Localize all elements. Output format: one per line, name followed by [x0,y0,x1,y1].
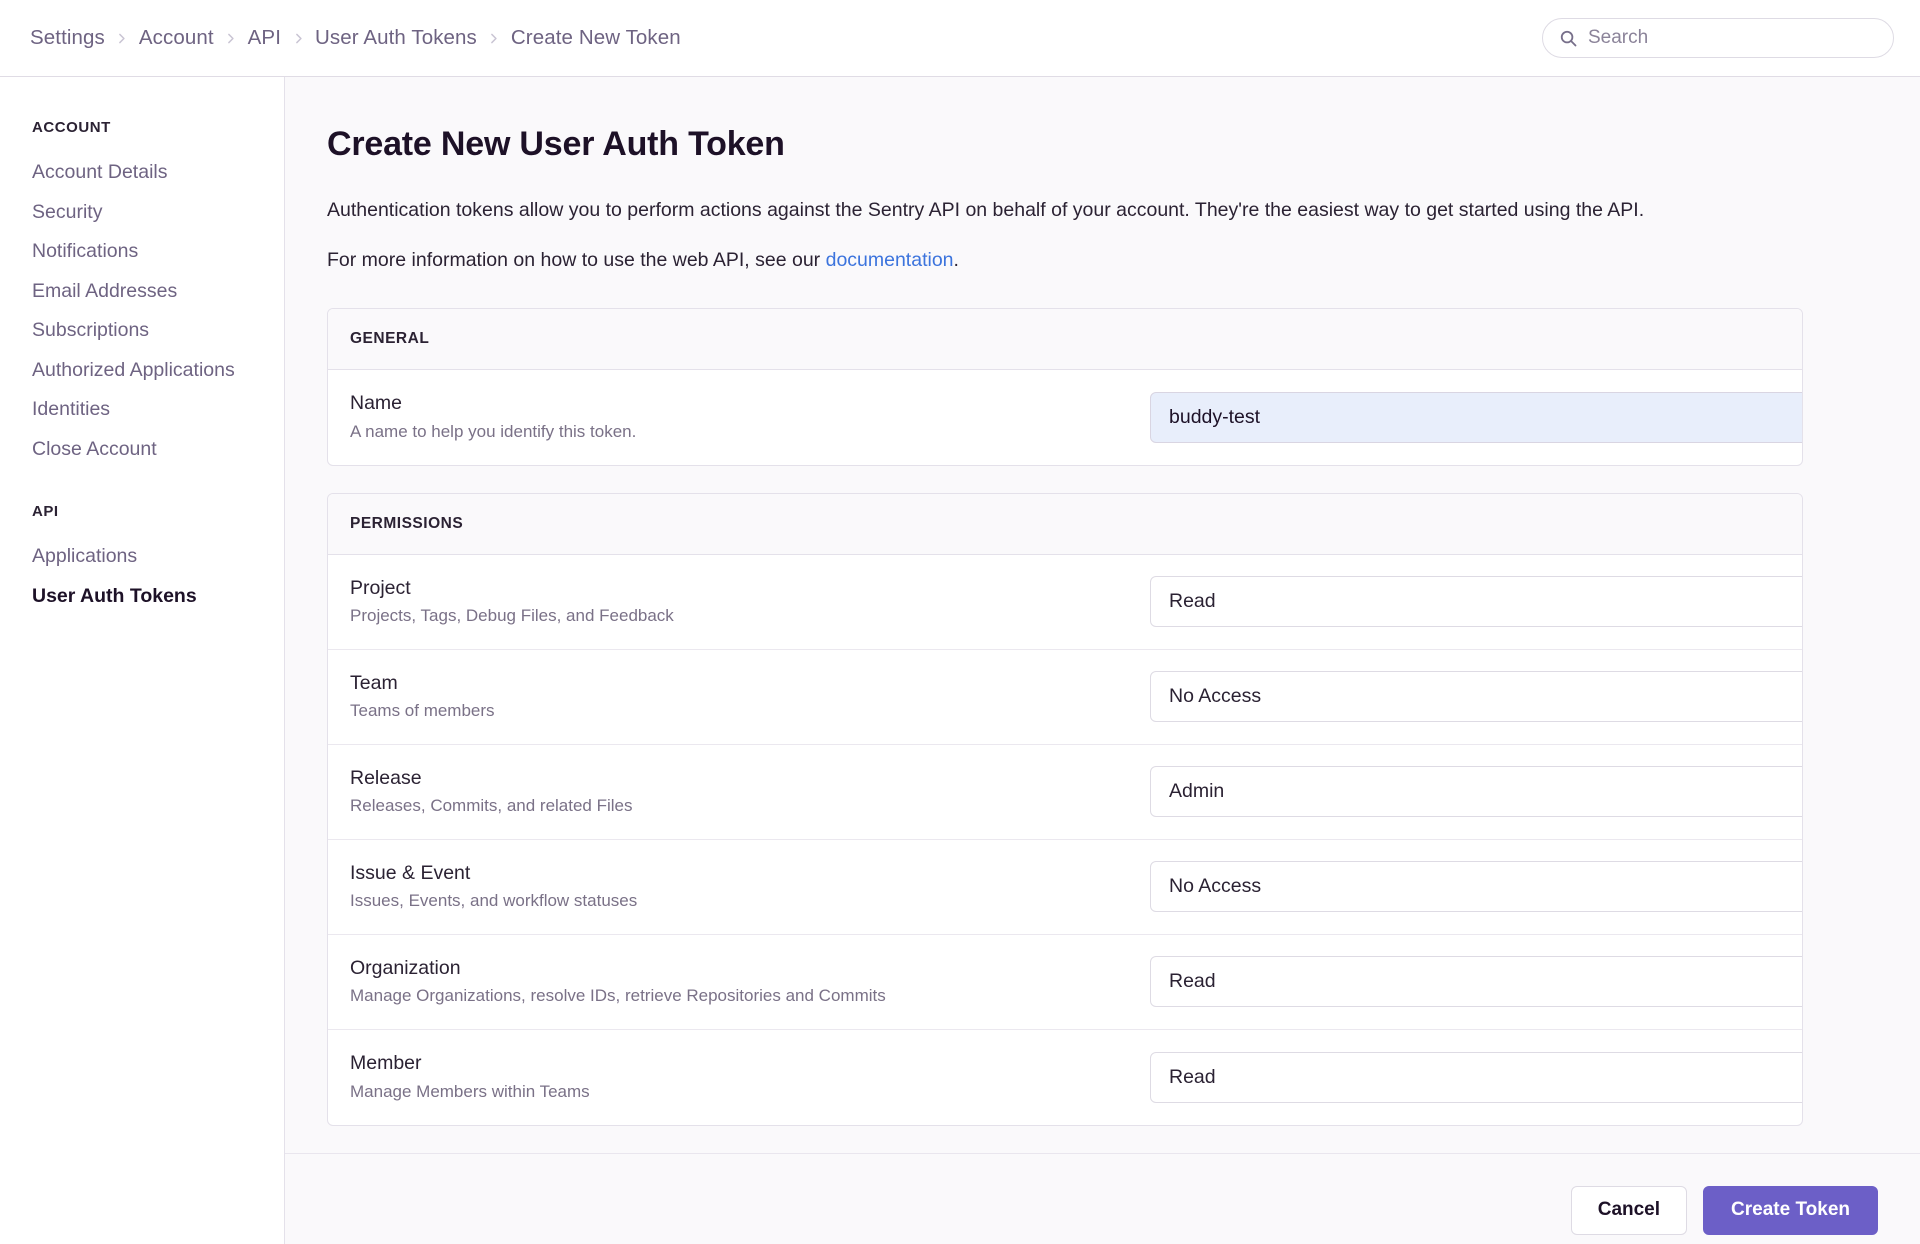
breadcrumb-item-user-auth-tokens[interactable]: User Auth Tokens [315,24,477,52]
sidebar-item-user-auth-tokens[interactable]: User Auth Tokens [32,577,284,617]
general-panel-header: GENERAL [328,308,1802,370]
sidebar-item-authorized-applications[interactable]: Authorized Applications [32,351,284,391]
permission-control-member: Read [1150,1051,1802,1103]
permission-labels-issue-event: Issue & Event Issues, Events, and workflo… [350,861,1150,912]
sidebar-group-account: ACCOUNT Account Details Security Notificati… [32,119,284,469]
breadcrumb-separator-icon [105,32,139,45]
name-field-control [1150,391,1802,443]
permission-select-project[interactable]: Read [1150,576,1802,628]
sidebar-group-api: API Applications User Auth Tokens [32,503,284,616]
permission-help-organization: Manage Organizations, resolve IDs, retri… [350,986,886,1006]
permission-label-issue-event: Issue & Event [350,861,471,884]
breadcrumb-separator-icon [214,32,248,45]
permissions-panel-header: PERMISSIONS [328,493,1802,555]
permission-control-organization: Read [1150,956,1802,1008]
intro-text-after: . [953,249,959,272]
sidebar-item-applications[interactable]: Applications [32,537,284,577]
sidebar-heading-account: ACCOUNT [32,119,111,136]
permission-control-project: Read [1150,576,1802,628]
permission-labels-team: Team Teams of members [350,671,1150,722]
permission-label-release: Release [350,766,422,789]
search-box[interactable] [1542,18,1894,58]
permission-labels-release: Release Releases, Commits, and related Fi… [350,766,1150,817]
sidebar-item-identities[interactable]: Identities [32,390,284,430]
documentation-link[interactable]: documentation [826,249,954,271]
search-input[interactable] [1588,27,1877,49]
sidebar-item-notifications[interactable]: Notifications [32,232,284,272]
permission-select-release[interactable]: Admin [1150,766,1802,818]
permission-control-issue-event: No Access [1150,861,1802,913]
general-panel: GENERAL Name A name to help you identify… [327,307,1803,466]
permission-select-team[interactable]: No Access [1150,671,1802,723]
permission-help-member: Manage Members within Teams [350,1081,590,1101]
breadcrumb-item-create-new-token: Create New Token [510,26,681,49]
breadcrumb-item-account[interactable]: Account [139,24,214,52]
intro-paragraph-2: For more information on how to use the w… [327,246,1803,274]
permission-row-release: Release Releases, Commits, and related Fi… [328,745,1802,840]
name-field-labels: Name A name to help you identify this to… [350,391,1150,442]
sidebar-heading-api: API [32,503,59,520]
intro-text-before: For more information on how to use the w… [327,249,826,272]
sidebar-item-security[interactable]: Security [32,193,284,233]
main-content: Create New User Auth Token Authenticatio… [285,77,1920,1244]
token-name-input[interactable] [1150,391,1802,443]
permission-help-project: Projects, Tags, Debug Files, and Feedbac… [350,606,674,626]
cancel-button[interactable]: Cancel [1570,1185,1688,1235]
permission-help-team: Teams of members [350,701,495,721]
search-icon [1559,29,1578,48]
page-title: Create New User Auth Token [327,125,785,163]
breadcrumb-separator-icon [281,32,315,45]
breadcrumb-separator-icon [477,32,511,45]
permission-select-issue-event[interactable]: No Access [1150,861,1802,913]
permission-select-wrap-organization: Read [1150,956,1802,1008]
permission-control-team: No Access [1150,671,1802,723]
permission-row-organization: Organization Manage Organizations, resolv… [328,935,1802,1030]
settings-sidebar: ACCOUNT Account Details Security Notificati… [0,77,285,1244]
permission-row-issue-event: Issue & Event Issues, Events, and workflo… [328,840,1802,935]
sidebar-item-subscriptions[interactable]: Subscriptions [32,311,284,351]
permission-label-member: Member [350,1052,422,1075]
form-actions: Cancel Create Token [285,1154,1920,1235]
page-layout: ACCOUNT Account Details Security Notificati… [0,77,1920,1244]
permission-labels-member: Member Manage Members within Teams [350,1051,1150,1102]
name-field-row: Name A name to help you identify this to… [328,370,1802,465]
intro-paragraph-1: Authentication tokens allow you to perfo… [327,199,1645,221]
permissions-panel: PERMISSIONS Project Projects, Tags, Debug… [327,492,1803,1126]
permission-row-project: Project Projects, Tags, Debug Files, and … [328,555,1802,650]
permission-label-project: Project [350,576,411,599]
name-field-help: A name to help you identify this token. [350,421,637,441]
permission-labels-organization: Organization Manage Organizations, resolv… [350,956,1150,1007]
permission-control-release: Admin [1150,766,1802,818]
top-bar: Settings Account API User Auth Tokens Create… [0,0,1920,77]
breadcrumb-item-settings[interactable]: Settings [30,24,105,52]
permission-labels-project: Project Projects, Tags, Debug Files, and … [350,576,1150,627]
permission-row-member: Member Manage Members within Teams Read [328,1030,1802,1125]
permission-select-wrap-project: Read [1150,576,1802,628]
permission-row-team: Team Teams of members No Access [328,650,1802,745]
permissions-rows: Project Projects, Tags, Debug Files, and … [328,555,1802,1125]
sidebar-item-close-account[interactable]: Close Account [32,430,284,470]
permission-select-wrap-member: Read [1150,1051,1802,1103]
sidebar-item-email-addresses[interactable]: Email Addresses [32,272,284,312]
create-token-button[interactable]: Create Token [1703,1185,1878,1235]
permission-select-wrap-issue-event: No Access [1150,861,1802,913]
permission-help-release: Releases, Commits, and related Files [350,796,633,816]
permission-select-wrap-release: Admin [1150,766,1802,818]
permission-label-team: Team [350,671,398,694]
permission-select-wrap-team: No Access [1150,671,1802,723]
name-field-label: Name [350,392,403,415]
permission-select-organization[interactable]: Read [1150,956,1802,1008]
permission-label-organization: Organization [350,956,461,979]
sidebar-item-account-details[interactable]: Account Details [32,153,284,193]
permission-select-member[interactable]: Read [1150,1051,1802,1103]
breadcrumb-item-api[interactable]: API [248,24,281,52]
permission-help-issue-event: Issues, Events, and workflow statuses [350,891,638,911]
breadcrumb: Settings Account API User Auth Tokens Create… [30,24,1542,52]
